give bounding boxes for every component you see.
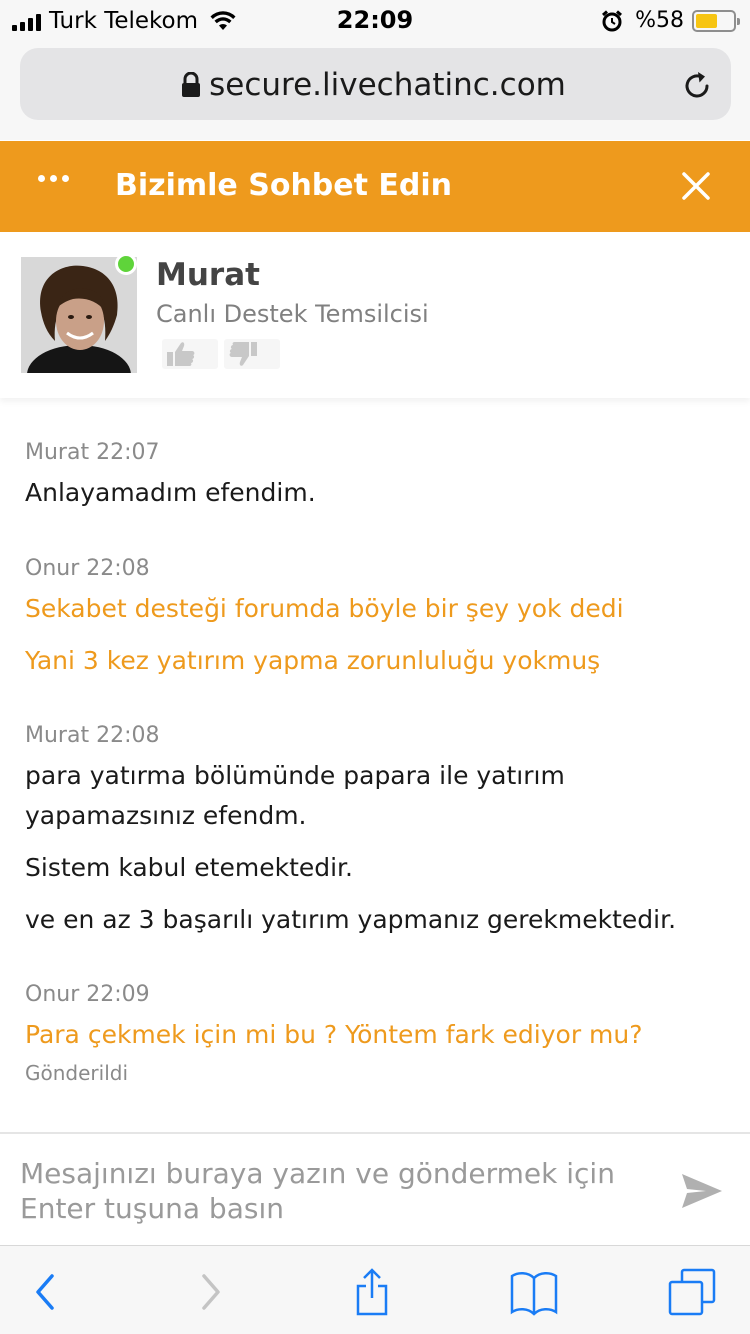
message-sent-status: Gönderildi: [25, 1061, 128, 1085]
message-meta: Murat 22:07: [25, 440, 160, 465]
share-icon[interactable]: [350, 1268, 402, 1316]
book-icon[interactable]: [508, 1268, 560, 1316]
message-meta: Murat 22:08: [25, 723, 160, 748]
message-line: ve en az 3 başarılı yatırım yapmanız ger…: [25, 905, 677, 934]
message-meta: Onur 22:09: [25, 982, 150, 1007]
agent-name: Murat: [156, 257, 260, 293]
message-line: Sekabet desteği forumda böyle bir şey yo…: [25, 594, 624, 623]
message-group-agent: Murat 22:08 para yatırma bölümünde papar…: [25, 723, 676, 940]
status-bar: Turk Telekom 22:09 %58: [0, 0, 750, 40]
message-group-visitor: Onur 22:09 Para çekmek için mi bu ? Yönt…: [25, 982, 643, 1085]
alarm-icon: [602, 9, 623, 31]
message-line: Para çekmek için mi bu ? Yöntem fark edi…: [25, 1020, 643, 1049]
chevron-left-icon[interactable]: [30, 1268, 82, 1316]
message-list: Murat 22:07 Anlayamadım efendim. Onur 22…: [0, 420, 750, 1132]
battery-percent: %58: [635, 8, 684, 33]
send-icon[interactable]: [680, 1172, 724, 1210]
avatar: [21, 257, 137, 373]
message-meta: Onur 22:08: [25, 556, 150, 581]
thumbs-up-icon: [167, 342, 195, 366]
online-status-indicator: [115, 253, 137, 275]
message-input[interactable]: [20, 1156, 660, 1230]
message-line: Anlayamadım efendim.: [25, 478, 316, 507]
chevron-right-icon[interactable]: [190, 1268, 242, 1316]
more-dots-icon[interactable]: [38, 175, 69, 182]
tabs-icon[interactable]: [666, 1268, 718, 1316]
thumbs-down-icon: [229, 342, 257, 366]
agent-card: Murat Canlı Destek Temsilcisi: [0, 232, 750, 398]
status-right: %58: [601, 8, 740, 33]
message-group-agent: Murat 22:07 Anlayamadım efendim.: [25, 440, 316, 513]
message-line: yapamazsınız efendm.: [25, 801, 307, 830]
rate-bad-button[interactable]: [224, 339, 280, 369]
agent-role: Canlı Destek Temsilcisi: [156, 300, 429, 328]
address-bar[interactable]: secure.livechatinc.com: [20, 48, 731, 120]
close-icon[interactable]: [680, 170, 712, 202]
agent-photo: [21, 257, 137, 373]
message-composer: [0, 1132, 750, 1245]
browser-top-bar: secure.livechatinc.com: [0, 40, 750, 140]
battery-icon: [692, 9, 740, 32]
chat-header: Bizimle Sohbet Edin: [0, 141, 750, 232]
url-text[interactable]: secure.livechatinc.com: [20, 67, 731, 103]
rate-good-button[interactable]: [162, 339, 218, 369]
message-group-visitor: Onur 22:08 Sekabet desteği forumda böyle…: [25, 556, 624, 681]
battery-level: [696, 13, 717, 28]
reload-icon[interactable]: [681, 70, 713, 102]
message-line: Yani 3 kez yatırım yapma zorunluluğu yok…: [25, 646, 601, 675]
message-line: para yatırma bölümünde papara ile yatırı…: [25, 761, 565, 790]
chat-title: Bizimle Sohbet Edin: [115, 168, 453, 203]
message-line: Sistem kabul etemektedir.: [25, 853, 353, 882]
browser-toolbar: [0, 1245, 750, 1334]
